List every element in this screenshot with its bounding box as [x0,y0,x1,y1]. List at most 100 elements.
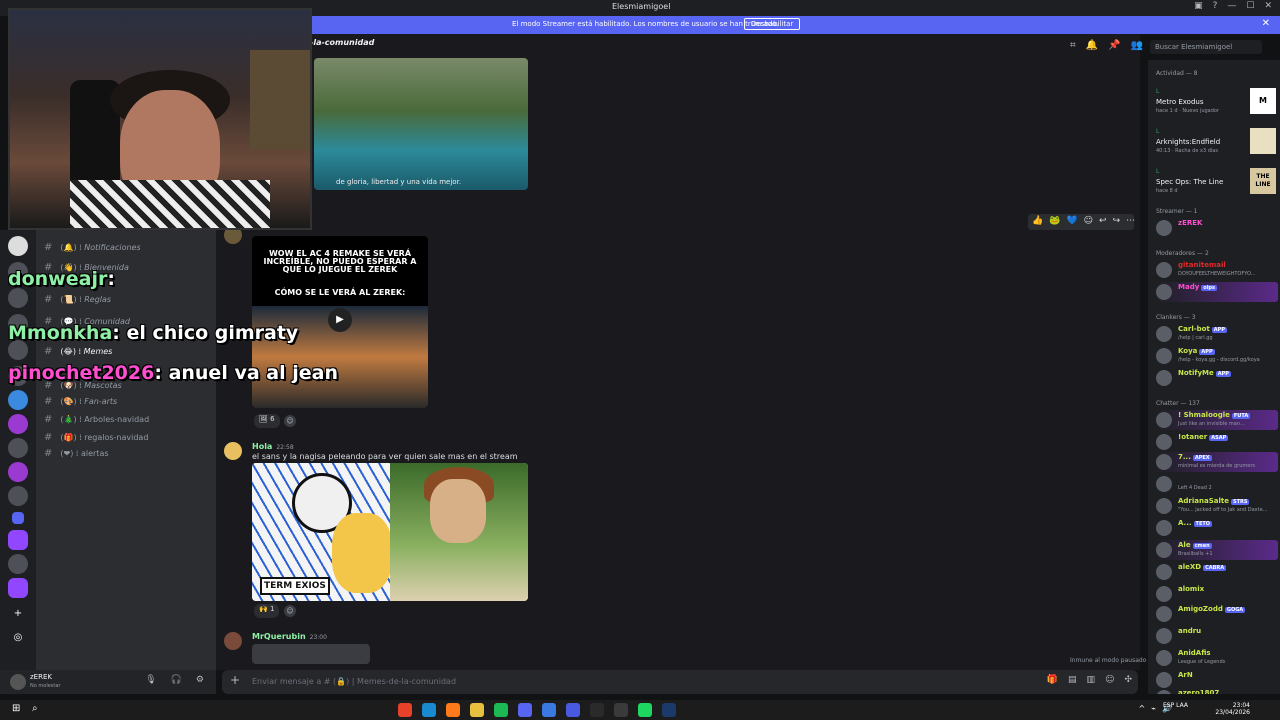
channel-item[interactable]: # (🎨) ⁞ Fan-arts [44,396,117,407]
member-item[interactable]: aleXD CABRA [1154,562,1278,582]
folder-icon[interactable] [12,512,24,524]
search-input[interactable]: Buscar Elesmiamigoel [1150,40,1262,54]
gift-icon[interactable]: 🎁 [1047,675,1058,685]
member-item[interactable]: Mady olps [1154,282,1278,302]
app-icon[interactable] [566,703,580,717]
gif-icon[interactable]: ▤ [1068,675,1077,685]
emoji-reaction-icon[interactable]: 🐸 [1049,216,1060,228]
add-server-icon[interactable]: + [8,604,28,624]
thumbs-up-icon[interactable]: 👍 [1032,216,1043,228]
channel-item[interactable]: # (🎄) ⁞ Arboles-navidad [44,414,149,425]
message-author[interactable]: Hola 22:58 [252,442,294,451]
app-icon[interactable] [542,703,556,717]
avatar[interactable] [224,442,242,460]
discord-icon[interactable] [518,703,532,717]
avatar[interactable] [224,632,242,650]
server-icon[interactable] [8,288,28,308]
member-item[interactable]: NotifyMe APP [1154,368,1278,388]
server-icon[interactable] [8,414,28,434]
help-icon[interactable]: ? [1213,1,1218,11]
explorer-icon[interactable] [470,703,484,717]
server-icon[interactable] [8,462,28,482]
obs-icon[interactable] [614,703,628,717]
firefox-icon[interactable] [446,703,460,717]
search-icon[interactable]: ⌕ [32,703,38,714]
add-reaction-icon[interactable]: ☺ [284,605,296,617]
headphones-icon[interactable]: 🎧 [171,675,182,685]
heart-icon[interactable]: 💙 [1066,216,1077,228]
steam-icon[interactable] [662,703,676,717]
message-composer[interactable]: + Enviar mensaje a # (🔒) | Memes-de-la-c… [222,670,1138,694]
attachment-preview[interactable] [252,644,370,664]
sticker-icon[interactable]: ▥ [1087,675,1096,685]
edge-icon[interactable] [422,703,436,717]
spotify-icon[interactable] [494,703,508,717]
member-item[interactable]: zEREK [1154,218,1278,238]
chrome-icon[interactable] [398,703,412,717]
member-item[interactable]: AnidAfis League of Legends [1154,648,1278,668]
activity-card[interactable]: L Metro Exodus hace 1 d · Nuevo jugador M [1154,86,1278,122]
member-item[interactable]: A... TETO [1154,518,1278,538]
network-icon[interactable]: ⌁ [1151,704,1156,713]
member-item[interactable]: 7... APEX minimal es mierda de grumers [1154,452,1278,472]
message-author[interactable]: MrQuerubin 23:00 [252,632,327,641]
more-icon[interactable]: ⋯ [1126,216,1135,228]
bell-icon[interactable]: 🔔 [1086,40,1098,51]
member-item[interactable]: Carl-bot APP/help | carl.gg [1154,324,1278,344]
member-item[interactable]: Ale cmen Brasilballs +1 [1154,540,1278,560]
server-icon[interactable] [8,236,28,256]
channel-item[interactable]: # (🎁) ⁞ regalos-navidad [44,432,148,443]
server-icon[interactable] [8,390,28,410]
threads-icon[interactable]: ⌗ [1070,40,1076,51]
reaction-chip[interactable]: 🙌 1 [254,604,280,618]
sans-nagisa-image[interactable]: TERM EXIOS [252,463,528,601]
activity-card[interactable]: L Spec Ops: The Line hace 8 d THE LINE [1154,166,1278,202]
channel-item[interactable]: # (❤) ⁞ alertas [44,448,109,459]
member-item[interactable]: andru [1154,626,1278,646]
close-icon[interactable]: ✕ [1264,1,1272,11]
twitch-icon[interactable] [8,530,28,550]
member-item[interactable]: !otaner ASAP [1154,432,1278,452]
app-icon[interactable] [590,703,604,717]
minimize-icon[interactable]: — [1227,1,1236,11]
reaction-chip[interactable]: 🖼 6 [254,414,280,428]
members-icon[interactable]: 👥 [1131,40,1143,51]
channel-item[interactable]: # (🔔) ⁞ Notificaciones [44,242,141,253]
twitch-icon[interactable] [8,578,28,598]
channel-item[interactable]: # (📜) ⁞ Reglas [44,294,111,305]
member-item[interactable]: gitanitemail DOYOUFEELTHEWEIGHTOFYO... [1154,260,1278,280]
member-item[interactable]: alomix [1154,584,1278,604]
member-item[interactable]: AmigoZodd GOGA [1154,604,1278,624]
discover-icon[interactable]: ◎ [8,628,28,648]
chevron-up-icon[interactable]: ^ [1139,704,1146,713]
member-item[interactable]: Koya APP/help - koya.gg - discord.gg/koya [1154,346,1278,366]
mic-icon[interactable]: 🎙 [145,675,156,685]
clock[interactable]: 23:04 23/04/2026 [1215,702,1250,716]
emoji-icon[interactable]: ☺ [1105,675,1114,685]
pin-icon[interactable]: 📌 [1108,40,1120,51]
disable-streamer-button[interactable]: Deshabilitar [744,18,801,30]
maximize-icon[interactable]: ☐ [1246,1,1254,11]
member-item[interactable]: Left 4 Dead 2 [1154,474,1278,494]
island-image[interactable]: de gloria, libertad y una vida mejor. [314,58,528,190]
channel-item-active[interactable]: # (😂) ⁞ Memes [44,346,112,357]
user-avatar[interactable] [10,674,26,690]
reply-icon[interactable]: ↩ [1099,216,1107,228]
member-item[interactable]: ArN [1154,670,1278,690]
add-reaction-icon[interactable]: ☺ [1084,216,1093,228]
server-icon[interactable] [8,554,28,574]
windows-start-icon[interactable]: ⊞ [12,703,20,714]
add-reaction-icon[interactable]: ☺ [284,415,296,427]
settings-gear-icon[interactable]: ⚙ [196,675,204,685]
language-indicator[interactable]: ESP LAA [1163,702,1188,709]
forward-icon[interactable]: ↪ [1113,216,1121,228]
member-item[interactable]: AdrianaSalte STRS "You... jacked off to Ja… [1154,496,1278,516]
activity-card[interactable]: L Arknights:Endfield 40:13 · Racha de x3 d… [1154,126,1278,162]
add-attachment-icon[interactable]: + [230,673,240,687]
member-item[interactable]: azero1807 [1154,688,1278,694]
close-banner-icon[interactable]: ✕ [1262,18,1270,29]
inbox-icon[interactable]: ▣ [1194,1,1203,11]
composer-input[interactable]: Enviar mensaje a # (🔒) | Memes-de-la-com… [252,677,456,686]
server-icon[interactable] [8,438,28,458]
play-icon[interactable]: ▶ [328,308,352,332]
